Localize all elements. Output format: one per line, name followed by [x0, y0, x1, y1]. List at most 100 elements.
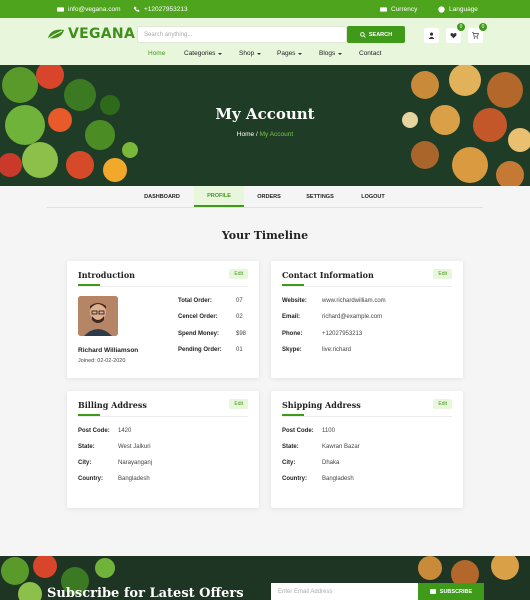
contact-value: live:richard	[322, 347, 352, 353]
address-value: Kawran Bazar	[322, 444, 360, 450]
chevron-down-icon	[338, 52, 343, 55]
divider	[282, 286, 452, 287]
subscribe-section: Subscribe for Latest Offers Enter Email …	[0, 556, 530, 600]
mail-icon	[57, 6, 64, 12]
divider	[282, 416, 452, 417]
cart-count-badge: 0	[479, 23, 487, 31]
edit-button[interactable]: Edit	[229, 269, 248, 279]
contact-value[interactable]: richard@example.com	[322, 314, 382, 320]
nav-contact[interactable]: Contact	[359, 50, 381, 57]
address-label: State:	[78, 444, 95, 450]
tab-orders[interactable]: ORDERS	[244, 186, 294, 207]
search-icon	[360, 31, 366, 38]
timeline-heading: Your Timeline	[221, 229, 309, 242]
cart-icon	[472, 32, 479, 39]
breadcrumb-current: My Account	[259, 131, 294, 138]
address-value: 1100	[322, 428, 335, 434]
introduction-card: Introduction Edit Richard Williamson Joi…	[67, 261, 259, 378]
edit-button[interactable]: Edit	[229, 399, 248, 409]
stat-value: $98	[236, 331, 247, 337]
address-value: 1420	[118, 428, 132, 434]
account-button[interactable]	[424, 28, 439, 43]
address-label: City:	[78, 460, 92, 466]
subscribe-title: Subscribe for Latest Offers	[47, 586, 244, 600]
currency-selector[interactable]: Currency	[380, 0, 417, 18]
title-underline	[78, 414, 100, 416]
shipping-address-card: Shipping Address Edit Post Code: 1100 St…	[271, 391, 463, 508]
stat-value: 07	[236, 298, 243, 304]
tab-logout[interactable]: LOGOUT	[348, 186, 398, 207]
cart-button[interactable]: 0	[468, 23, 487, 43]
tab-profile[interactable]: PROFILE	[194, 186, 244, 207]
joined-date: Joined: 02-02-2020	[78, 358, 126, 364]
top-bar: info@vegana.com +12027953213 Currency La…	[0, 0, 530, 18]
address-label: City:	[282, 460, 296, 466]
subscribe-button[interactable]: SUBSCRIBE	[418, 583, 484, 600]
contact-label: Website:	[282, 298, 307, 304]
user-icon	[428, 32, 435, 39]
stat-label: Total Order:	[178, 298, 212, 304]
language-selector[interactable]: Language	[438, 0, 478, 18]
address-label: Country:	[282, 476, 307, 482]
user-photo	[78, 296, 118, 336]
tab-dashboard[interactable]: DASHBOARD	[137, 186, 187, 207]
topbar-phone[interactable]: +12027953213	[133, 0, 188, 18]
nav-pages[interactable]: Pages	[277, 50, 303, 57]
divider	[78, 286, 248, 287]
account-tabs: DASHBOARD PROFILE ORDERS SETTINGS LOGOUT	[47, 186, 483, 208]
edit-button[interactable]: Edit	[433, 269, 452, 279]
fastfood-image	[402, 65, 530, 186]
breadcrumb: Home / My Account	[0, 131, 530, 138]
contact-value[interactable]: www.richardwilliam.com	[322, 298, 386, 304]
money-icon	[380, 6, 387, 12]
stat-value: 02	[236, 314, 243, 320]
topbar-email[interactable]: info@vegana.com	[57, 0, 121, 18]
stat-label: Pending Order:	[178, 347, 222, 353]
address-label: Post Code:	[78, 428, 110, 434]
wishlist-count-badge: 0	[457, 23, 465, 31]
chevron-down-icon	[218, 52, 223, 55]
address-label: State:	[282, 444, 299, 450]
phone-icon	[133, 6, 140, 12]
contact-label: Phone:	[282, 331, 303, 337]
nav-blogs[interactable]: Blogs	[319, 50, 343, 57]
nav-categories[interactable]: Categories	[184, 50, 223, 57]
address-value: Bangladesh	[118, 476, 150, 482]
nav-home[interactable]: Home	[148, 50, 165, 57]
hero-banner: My Account Home / My Account	[0, 65, 530, 186]
leaf-logo-icon	[48, 29, 64, 39]
breadcrumb-home[interactable]: Home	[237, 131, 254, 138]
chevron-down-icon	[257, 52, 262, 55]
chevron-down-icon	[298, 52, 303, 55]
billing-address-card: Billing Address Edit Post Code: 1420 Sta…	[67, 391, 259, 508]
title-underline	[282, 284, 304, 286]
stat-label: Spend Money:	[178, 331, 220, 337]
card-title: Shipping Address	[282, 400, 361, 410]
address-label: Country:	[78, 476, 103, 482]
wishlist-button[interactable]: 0	[446, 23, 465, 43]
card-title: Billing Address	[78, 400, 147, 410]
contact-label: Skype:	[282, 347, 302, 353]
contact-value: +12027953213	[322, 331, 363, 337]
globe-icon	[438, 5, 445, 13]
nav-shop[interactable]: Shop	[239, 50, 262, 57]
header: VEGANA Search anything... SEARCH 0 0 Hom…	[0, 18, 530, 65]
tab-settings[interactable]: SETTINGS	[295, 186, 345, 207]
email-input[interactable]: Enter Email Address	[271, 583, 418, 600]
address-value: Dhaka	[322, 460, 340, 466]
divider	[78, 416, 248, 417]
title-underline	[282, 414, 304, 416]
search-button[interactable]: SEARCH	[347, 26, 405, 43]
heart-icon	[450, 33, 457, 39]
edit-button[interactable]: Edit	[433, 399, 452, 409]
address-value: West Jalkuri	[118, 444, 151, 450]
title-underline	[78, 284, 100, 286]
contact-label: Email:	[282, 314, 301, 320]
search-input[interactable]: Search anything...	[137, 26, 347, 43]
vegetables-image	[0, 65, 138, 182]
contact-card: Contact Information Edit Website: www.ri…	[271, 261, 463, 378]
address-label: Post Code:	[282, 428, 314, 434]
page-title: My Account	[215, 105, 315, 123]
card-title: Contact Information	[282, 270, 374, 280]
logo[interactable]: VEGANA	[47, 26, 135, 42]
